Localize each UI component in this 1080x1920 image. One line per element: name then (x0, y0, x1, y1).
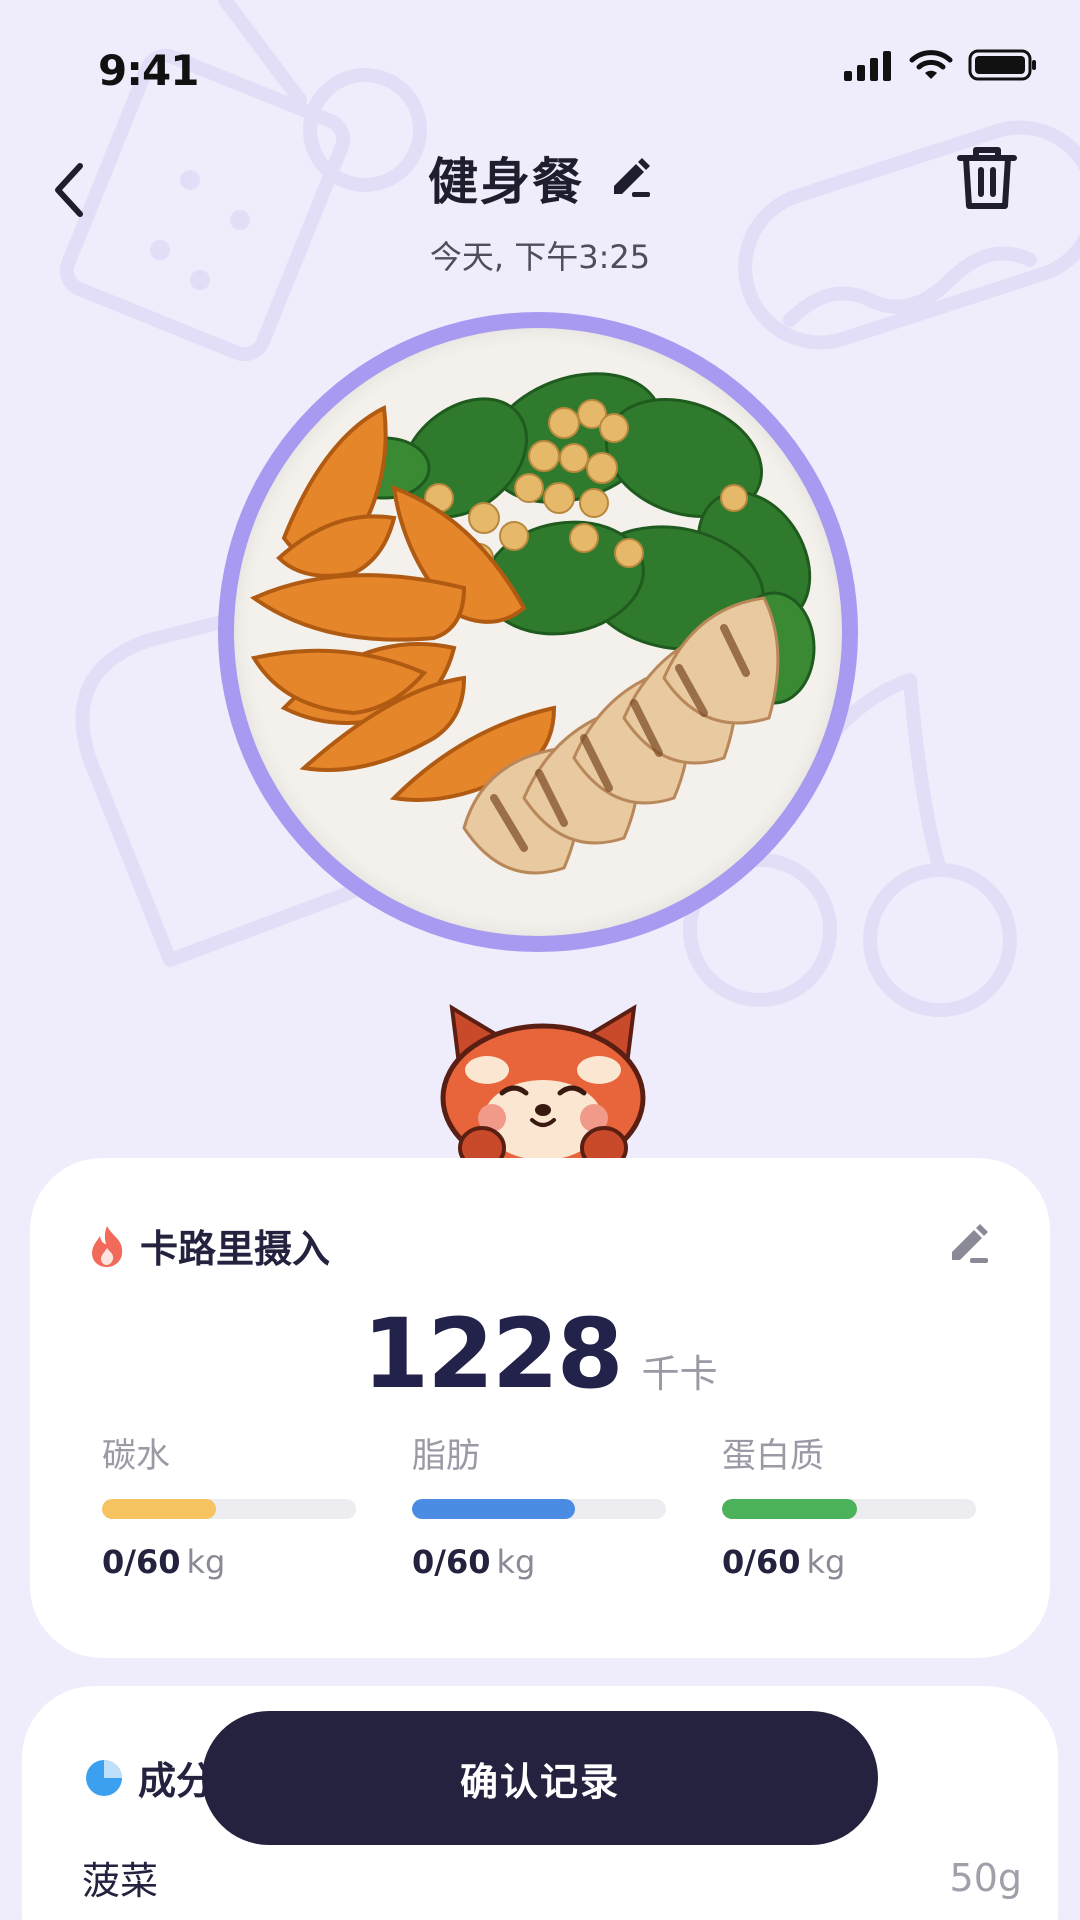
edit-title-icon[interactable] (608, 156, 652, 200)
macro-amount: 0/60 kg (412, 1543, 536, 1581)
macro-fat: 脂肪 0/60 kg (412, 1428, 666, 1581)
macro-progress-fill (102, 1499, 217, 1519)
status-time: 9:41 (98, 46, 199, 95)
calorie-value-row: 1228 千卡 (30, 1298, 1050, 1410)
page-title: 健身餐 (428, 153, 584, 211)
status-bar: 9:41 (0, 0, 1080, 130)
ingredient-name: 菠菜 (82, 1859, 159, 1903)
macro-amount: 0/60 kg (102, 1543, 226, 1581)
macro-label: 蛋白质 (722, 1436, 824, 1476)
red-panda-mascot (440, 1004, 646, 1160)
edit-calorie-icon[interactable] (946, 1222, 990, 1266)
macro-label: 脂肪 (412, 1436, 480, 1476)
ingredient-quantity: 50g (949, 1855, 1022, 1900)
battery-icon (968, 49, 1036, 81)
wifi-icon (909, 50, 953, 79)
meal-timestamp: 今天, 下午3:25 (429, 238, 651, 276)
macro-progress-fill (412, 1499, 575, 1519)
macro-progress-track (102, 1499, 356, 1519)
calorie-value: 1228 (362, 1298, 623, 1410)
confirm-record-button[interactable]: 确认记录 (202, 1711, 878, 1845)
macro-progress-fill (722, 1499, 857, 1519)
delete-button[interactable] (956, 146, 1018, 212)
macro-carbs: 碳水 0/60 kg (102, 1428, 356, 1581)
ingredients-header: 成分 (84, 1750, 214, 1805)
macro-label: 碳水 (102, 1436, 170, 1476)
macro-progress-track (722, 1499, 976, 1519)
trash-icon (957, 147, 1017, 209)
signal-icon (844, 51, 891, 81)
calorie-header: 卡路里摄入 (88, 1218, 330, 1273)
calorie-label: 卡路里摄入 (140, 1227, 331, 1271)
macro-protein: 蛋白质 0/60 kg (722, 1428, 976, 1581)
macro-progress-track (412, 1499, 666, 1519)
calorie-unit: 千卡 (641, 1352, 718, 1396)
page-title-row: 健身餐 (0, 142, 1080, 214)
meal-illustration (249, 372, 816, 875)
macro-amount: 0/60 kg (722, 1543, 846, 1581)
pie-chart-icon (86, 1759, 122, 1796)
meal-photo[interactable] (234, 328, 842, 936)
status-icons (842, 48, 1038, 82)
flame-icon (92, 1225, 123, 1267)
calorie-card: 卡路里摄入 1228 千卡 碳水 0/60 kg 脂肪 0/60 kg 蛋白质 0/… (30, 1158, 1050, 1658)
ingredient-row[interactable]: 菠菜 50g (82, 1850, 1022, 1905)
